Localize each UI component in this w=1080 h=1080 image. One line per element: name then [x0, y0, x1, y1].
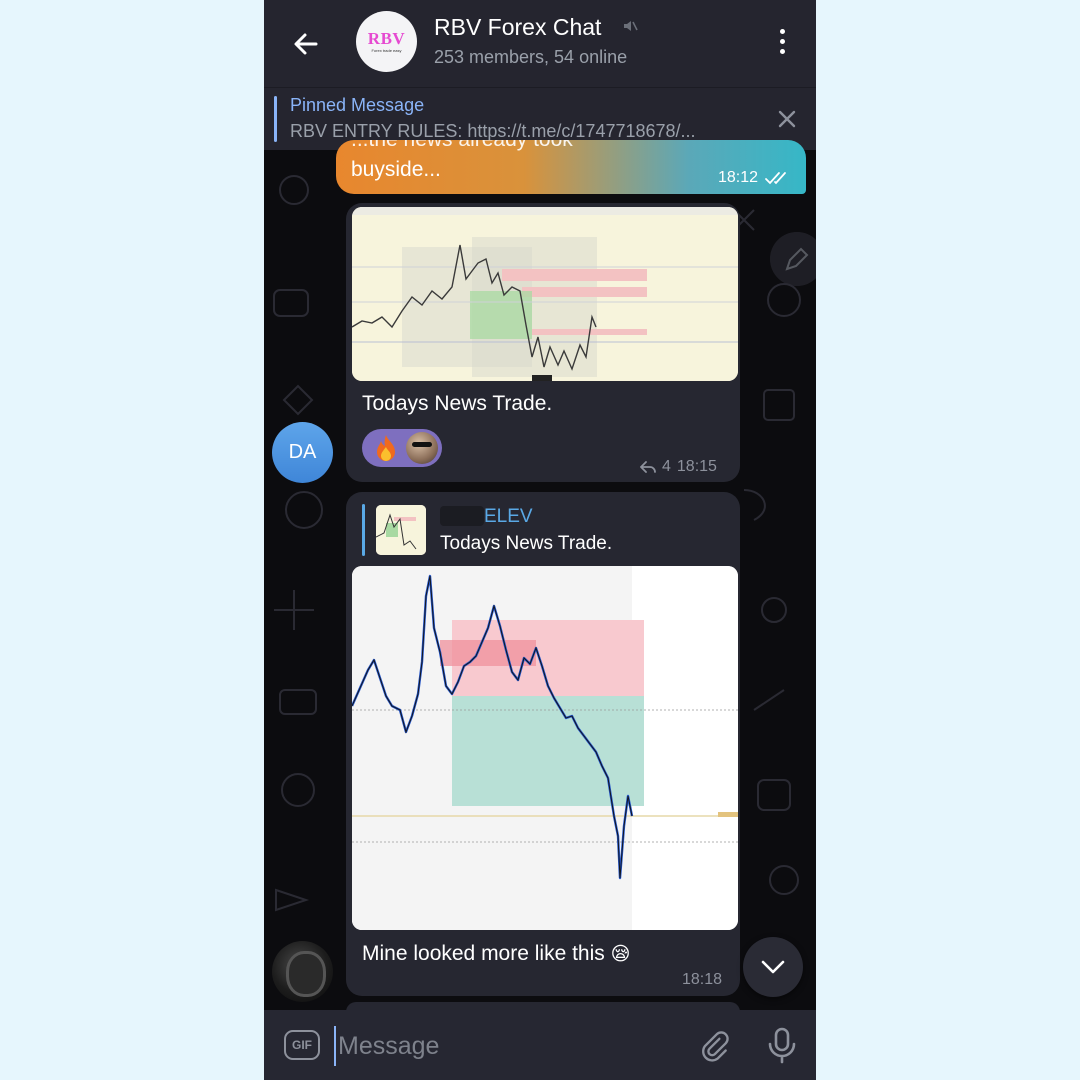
outgoing-message-text: buyside...: [351, 158, 441, 181]
message-caption: Mine looked more like this 😪: [362, 942, 630, 966]
message-meta: 18:18: [682, 971, 722, 989]
forex-chart-image: [352, 566, 738, 930]
message-time: 18:15: [676, 458, 717, 475]
message-meta: 4 18:15: [640, 458, 717, 476]
caption-text: Mine looked more like this: [362, 942, 605, 965]
message-time: 18:18: [682, 971, 723, 988]
more-options-button[interactable]: [770, 24, 794, 58]
chat-avatar[interactable]: RBV Forex trade easy: [356, 11, 417, 72]
message-time: 18:12: [718, 169, 759, 186]
muted-speaker-icon: [624, 21, 638, 31]
avatar-logo-subtext: Forex trade easy: [371, 48, 402, 53]
back-button[interactable]: [286, 24, 326, 64]
sleepy-emoji: 😪: [610, 944, 631, 965]
reply-arrow-icon: [640, 461, 656, 473]
reply-thumbnail-image: [376, 505, 426, 555]
arrow-left-icon: [294, 33, 318, 55]
sender-avatar-photo[interactable]: [272, 941, 333, 1002]
pinned-text: RBV ENTRY RULES: https://t.me/c/17477186…: [290, 121, 696, 141]
chart-screenshot-image[interactable]: [352, 207, 738, 381]
pinned-indicator: [274, 96, 277, 142]
chart-screenshot-image[interactable]: [352, 566, 738, 930]
telegram-phone-screen: RBV Forex trade easy RBV Forex Chat 253 …: [264, 0, 816, 1080]
message-composer: GIF: [264, 1010, 816, 1080]
scroll-down-button[interactable]: [743, 937, 803, 997]
paperclip-icon[interactable]: [696, 1028, 732, 1064]
sender-avatar[interactable]: DA: [272, 422, 333, 483]
pencil-icon[interactable]: [770, 232, 816, 286]
message-caption: Todays News Trade.: [362, 392, 553, 415]
reply-indicator: [362, 504, 365, 556]
close-icon[interactable]: [776, 108, 798, 130]
reaction-user-avatar: [406, 432, 438, 464]
chat-title[interactable]: RBV Forex Chat: [434, 14, 601, 41]
reply-sender-name: ELEV: [484, 506, 533, 527]
fire-icon: [377, 435, 395, 461]
reply-quote[interactable]: ELEV Todays News Trade.: [362, 504, 722, 556]
incoming-reply-message[interactable]: ELEV Todays News Trade. Mine looked more…: [346, 492, 740, 996]
redacted-name: [440, 506, 484, 526]
reactions-chip[interactable]: [362, 429, 442, 467]
chevron-down-icon: [761, 960, 785, 974]
chat-member-count: 253 members, 54 online: [434, 47, 628, 67]
reply-count: 4: [662, 458, 671, 475]
reply-text: Todays News Trade.: [440, 533, 613, 554]
outgoing-message-cut-text: ...the news already took: [351, 140, 573, 152]
incoming-message[interactable]: Todays News Trade. 4 18:15: [346, 203, 740, 482]
pinned-title: Pinned Message: [290, 95, 425, 115]
chat-header: RBV Forex trade easy RBV Forex Chat 253 …: [264, 0, 816, 87]
outgoing-message[interactable]: ...the news already took buyside... 18:1…: [336, 140, 806, 194]
avatar-logo-text: RBV: [367, 29, 406, 48]
forex-chart-thumbnail: [352, 207, 738, 381]
double-check-icon: [765, 172, 786, 185]
microphone-icon[interactable]: [764, 1026, 800, 1064]
message-input[interactable]: [334, 1026, 674, 1066]
gif-button[interactable]: GIF: [284, 1030, 320, 1060]
